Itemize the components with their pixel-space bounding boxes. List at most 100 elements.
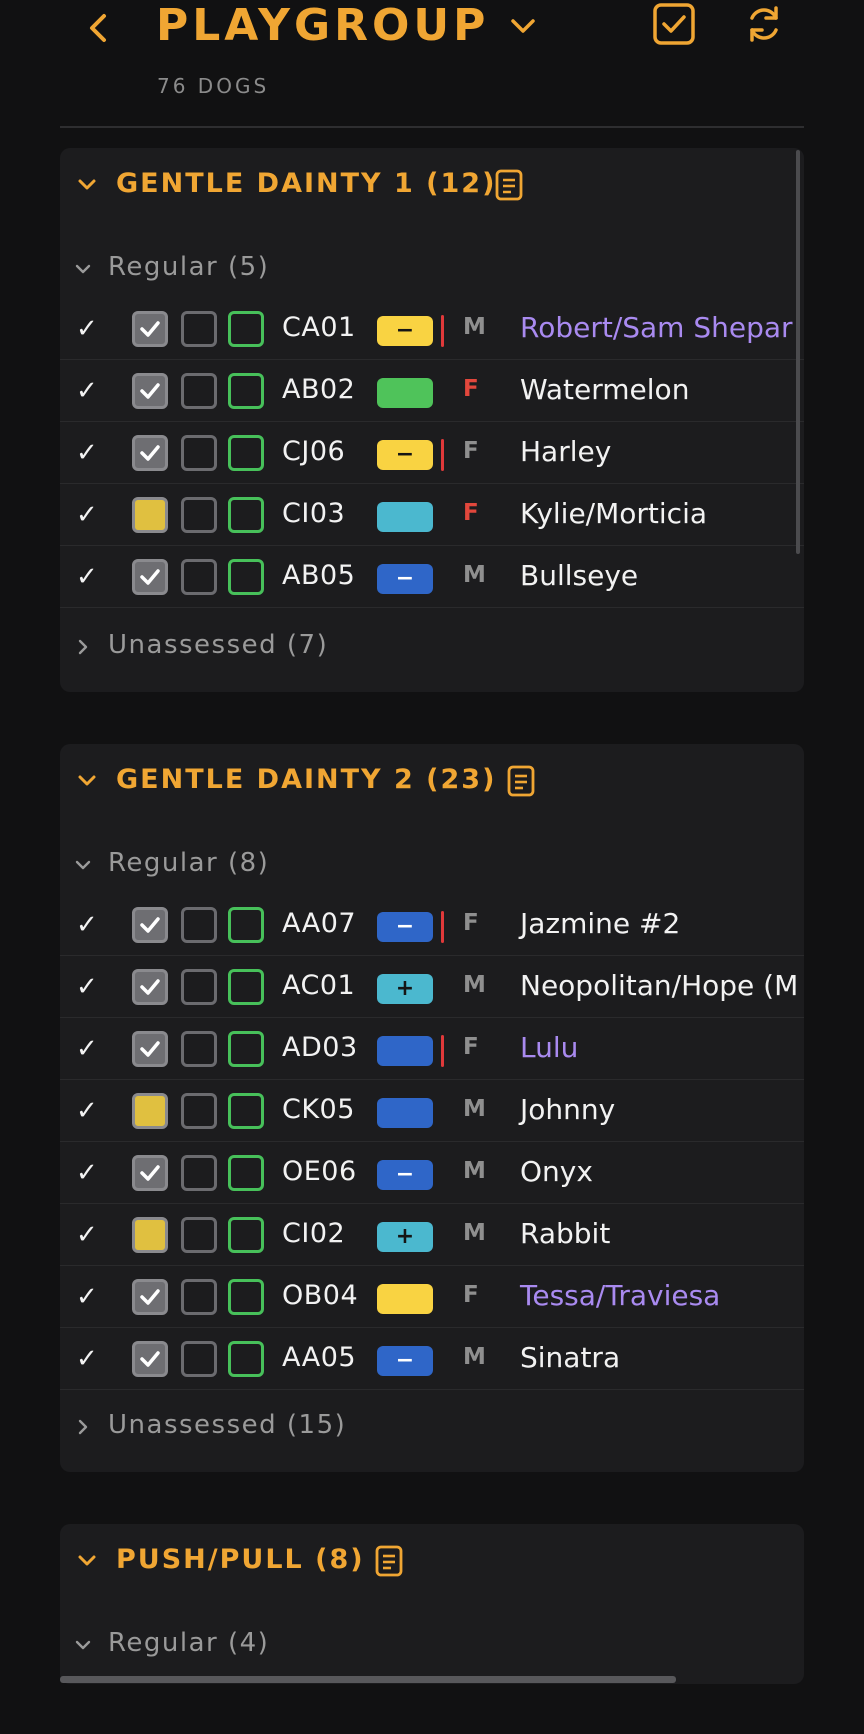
dog-row[interactable]: ✓ AB05− M Bullseye: [60, 546, 804, 608]
dog-row[interactable]: ✓ CK05 M Johnny: [60, 1080, 804, 1142]
status-checkbox-2[interactable]: [181, 1093, 217, 1129]
notes-icon[interactable]: [374, 1544, 404, 1578]
status-checkbox-2[interactable]: [181, 969, 217, 1005]
notes-icon[interactable]: [494, 168, 524, 202]
status-checkbox-3[interactable]: [228, 435, 264, 471]
horizontal-scrollbar[interactable]: [60, 1676, 676, 1683]
status-checkbox-2[interactable]: [181, 1217, 217, 1253]
dog-row[interactable]: ✓ CI03 F Kylie/Morticia: [60, 484, 804, 546]
dog-row[interactable]: ✓ AA07− F Jazmine #2: [60, 894, 804, 956]
app-header: PLAYGROUP 76 DOGS: [0, 0, 864, 128]
group-card-push-pull: PUSH/PULL (8) Regular (4): [60, 1524, 804, 1684]
chevron-down-icon[interactable]: [76, 174, 98, 196]
dog-row[interactable]: ✓ AA05− M Sinatra: [60, 1328, 804, 1390]
sex-label: F: [463, 376, 479, 402]
subgroup-regular[interactable]: Regular (5): [60, 248, 804, 292]
status-checkbox-1[interactable]: [132, 311, 168, 347]
select-all-checkbox-icon[interactable]: [652, 2, 696, 46]
status-checkbox-3[interactable]: [228, 1155, 264, 1191]
dog-row[interactable]: ✓ OB04 F Tessa/Traviesa: [60, 1266, 804, 1328]
status-checkbox-3[interactable]: [228, 1279, 264, 1315]
chevron-right-icon[interactable]: [74, 1418, 92, 1436]
status-checkbox-3[interactable]: [228, 1093, 264, 1129]
chevron-down-icon[interactable]: [74, 260, 92, 278]
status-checkbox-2[interactable]: [181, 435, 217, 471]
chevron-down-icon[interactable]: [76, 1550, 98, 1572]
status-checkbox-2[interactable]: [181, 1279, 217, 1315]
vertical-scrollbar[interactable]: [796, 150, 800, 554]
group-header[interactable]: GENTLE DAINTY 1 (12): [60, 148, 804, 224]
status-checkbox-3[interactable]: [228, 1217, 264, 1253]
status-checkbox-2[interactable]: [181, 311, 217, 347]
status-checkbox-2[interactable]: [181, 373, 217, 409]
dog-name[interactable]: Watermelon: [520, 373, 689, 406]
status-checkbox-3[interactable]: [228, 559, 264, 595]
status-checkbox-1[interactable]: [132, 1093, 168, 1129]
dog-row[interactable]: ✓ CA01− M Robert/Sam Shepar: [60, 298, 804, 360]
checkmark-icon: ✓: [76, 1158, 98, 1188]
status-checkbox-1[interactable]: [132, 559, 168, 595]
status-checkbox-1[interactable]: [132, 1279, 168, 1315]
status-checkbox-1[interactable]: [132, 1341, 168, 1377]
subgroup-unassessed[interactable]: Unassessed (15): [60, 1406, 804, 1450]
dog-name[interactable]: Johnny: [520, 1093, 615, 1126]
status-checkbox-3[interactable]: [228, 1341, 264, 1377]
dog-name[interactable]: Rabbit: [520, 1217, 610, 1250]
status-checkbox-3[interactable]: [228, 969, 264, 1005]
status-checkbox-1[interactable]: [132, 969, 168, 1005]
status-checkbox-2[interactable]: [181, 497, 217, 533]
status-checkbox-2[interactable]: [181, 1031, 217, 1067]
group-header[interactable]: GENTLE DAINTY 2 (23): [60, 744, 804, 820]
dog-row[interactable]: ✓ AB02 F Watermelon: [60, 360, 804, 422]
back-chevron-icon[interactable]: [84, 8, 114, 48]
dog-name[interactable]: Bullseye: [520, 559, 638, 592]
subgroup-regular[interactable]: Regular (4): [60, 1624, 804, 1668]
status-checkbox-1[interactable]: [132, 1217, 168, 1253]
dog-name[interactable]: Sinatra: [520, 1341, 620, 1374]
dog-row[interactable]: ✓ CJ06 − F Harley: [60, 422, 804, 484]
status-checkbox-2[interactable]: [181, 1341, 217, 1377]
subgroup-title: Regular (8): [108, 848, 270, 878]
group-header[interactable]: PUSH/PULL (8): [60, 1524, 804, 1600]
chevron-down-icon[interactable]: [74, 856, 92, 874]
alert-marker: [441, 439, 444, 471]
dog-code: AA07: [282, 908, 357, 939]
status-checkbox-3[interactable]: [228, 1031, 264, 1067]
dog-row[interactable]: ✓ OE06− M Onyx: [60, 1142, 804, 1204]
dog-row[interactable]: ✓ CI02 + M Rabbit: [60, 1204, 804, 1266]
dog-name[interactable]: Neopolitan/Hope (M: [520, 969, 798, 1002]
status-checkbox-1[interactable]: [132, 1031, 168, 1067]
title-dropdown-chevron-icon[interactable]: [508, 12, 538, 42]
dog-name[interactable]: Lulu: [520, 1031, 578, 1064]
status-checkbox-2[interactable]: [181, 1155, 217, 1191]
dog-name[interactable]: Kylie/Morticia: [520, 497, 707, 530]
dog-code: AB02: [282, 374, 356, 405]
chevron-down-icon[interactable]: [76, 770, 98, 792]
status-checkbox-1[interactable]: [132, 373, 168, 409]
status-checkbox-1[interactable]: [132, 1155, 168, 1191]
dog-row[interactable]: ✓ AD03 F Lulu: [60, 1018, 804, 1080]
dog-name[interactable]: Tessa/Traviesa: [520, 1279, 720, 1312]
status-checkbox-3[interactable]: [228, 311, 264, 347]
dog-name[interactable]: Robert/Sam Shepar: [520, 311, 793, 344]
dog-name[interactable]: Onyx: [520, 1155, 593, 1188]
status-checkbox-1[interactable]: [132, 907, 168, 943]
dog-name[interactable]: Harley: [520, 435, 611, 468]
status-checkbox-3[interactable]: [228, 497, 264, 533]
chevron-down-icon[interactable]: [74, 1636, 92, 1654]
status-checkbox-3[interactable]: [228, 907, 264, 943]
status-checkbox-2[interactable]: [181, 907, 217, 943]
dog-name[interactable]: Jazmine #2: [520, 907, 680, 940]
status-checkbox-2[interactable]: [181, 559, 217, 595]
status-checkbox-3[interactable]: [228, 373, 264, 409]
dog-row[interactable]: ✓ AC01 + M Neopolitan/Hope (M: [60, 956, 804, 1018]
subgroup-unassessed[interactable]: Unassessed (7): [60, 626, 804, 670]
status-checkbox-1[interactable]: [132, 497, 168, 533]
refresh-icon[interactable]: [742, 2, 786, 46]
sex-label: M: [463, 972, 486, 998]
subgroup-regular[interactable]: Regular (8): [60, 844, 804, 888]
notes-icon[interactable]: [506, 764, 536, 798]
status-checkbox-1[interactable]: [132, 435, 168, 471]
page-title[interactable]: PLAYGROUP: [156, 0, 489, 52]
chevron-right-icon[interactable]: [74, 638, 92, 656]
